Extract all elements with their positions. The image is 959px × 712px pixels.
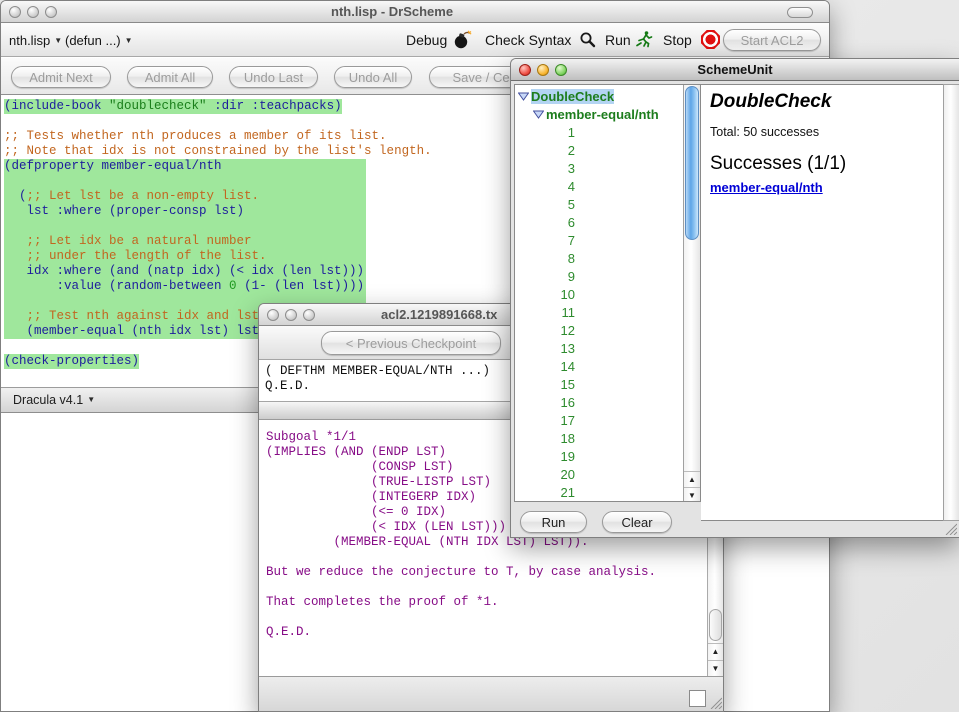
scrollbar-thumb[interactable] (685, 86, 699, 240)
tree-item-case-21[interactable]: 21 (515, 483, 683, 501)
previous-checkpoint-button[interactable]: < Previous Checkpoint (321, 331, 501, 355)
details-scrollbar[interactable] (943, 84, 959, 521)
scroll-down-arrow[interactable]: ▼ (684, 487, 700, 502)
tree-item-case-13[interactable]: 13 (515, 339, 683, 357)
details-successes-heading: Successes (1/1) (710, 153, 846, 175)
tree-item-case-9[interactable]: 9 (515, 267, 683, 285)
language-dropdown[interactable]: Dracula v4.1▼ (13, 393, 95, 407)
tree-item-case-14[interactable]: 14 (515, 357, 683, 375)
minimize-button[interactable] (285, 309, 297, 321)
tree-item-case-20[interactable]: 20 (515, 465, 683, 483)
code-line: (;; Let lst be a non-empty list. (4, 189, 432, 204)
tree-item-case-18[interactable]: 18 (515, 429, 683, 447)
window-title: acl2.1219891668.tx (381, 307, 497, 322)
search-icon[interactable] (579, 31, 596, 53)
tree-item-doublecheck[interactable]: DoubleCheck (515, 87, 683, 105)
admit-button-undo-all[interactable]: Undo All (334, 66, 412, 88)
disclosure-triangle-icon[interactable] (518, 89, 529, 104)
tree-item-case-19[interactable]: 19 (515, 447, 683, 465)
tree-item-case-7[interactable]: 7 (515, 231, 683, 249)
code-line: (include-book "doublecheck" :dir :teachp… (4, 99, 432, 114)
code-line (4, 174, 432, 189)
tree-item-case-1[interactable]: 1 (515, 123, 683, 141)
tree-item-case-8[interactable]: 8 (515, 249, 683, 267)
tree-item-case-11[interactable]: 11 (515, 303, 683, 321)
check-syntax-button[interactable]: Check Syntax (485, 32, 571, 48)
details-heading: DoubleCheck (710, 91, 831, 113)
code-line: ;; Tests whether nth produces a member o… (4, 129, 432, 144)
stop-icon[interactable] (701, 30, 720, 54)
zoom-button[interactable] (45, 6, 57, 18)
code-line: lst :where (proper-consp lst) (4, 204, 432, 219)
defun-dropdown[interactable]: (defun ...)▼ (65, 33, 133, 48)
admit-button-admit-all[interactable]: Admit All (127, 66, 213, 88)
start-acl2-button[interactable]: Start ACL2 (723, 29, 821, 51)
resize-grip-icon[interactable] (709, 696, 722, 709)
tree-item-case-10[interactable]: 10 (515, 285, 683, 303)
tree-item-case-6[interactable]: 6 (515, 213, 683, 231)
tree-item-case-5[interactable]: 5 (515, 195, 683, 213)
tree-item-case-4[interactable]: 4 (515, 177, 683, 195)
details-total: Total: 50 successes (710, 125, 819, 139)
bomb-icon[interactable] (453, 30, 472, 54)
file-dropdown[interactable]: nth.lisp▼ (9, 33, 62, 48)
code-line: ;; under the length of the list. (4, 249, 432, 264)
success-link-member-equal-nth[interactable]: member-equal/nth (710, 180, 823, 195)
code-line: idx :where (and (natp idx) (< idx (len l… (4, 264, 432, 279)
tree-item-case-3[interactable]: 3 (515, 159, 683, 177)
scrollbar-thumb[interactable] (709, 609, 722, 641)
admit-button-admit-next[interactable]: Admit Next (11, 66, 111, 88)
acl2-bottom-bar (259, 676, 723, 711)
code-line (4, 114, 432, 129)
clear-button[interactable]: Clear (602, 511, 672, 533)
schemeunit-titlebar[interactable]: SchemeUnit (511, 59, 959, 81)
tree-scrollbar[interactable]: ▲ ▼ (683, 85, 700, 501)
admit-button-undo-last[interactable]: Undo Last (229, 66, 318, 88)
close-button[interactable] (9, 6, 21, 18)
test-details-panel: DoubleCheck Total: 50 successes Successe… (701, 84, 944, 521)
code-line: (defproperty member-equal/nth (4, 159, 432, 174)
window-controls (9, 6, 57, 18)
code-line: :value (random-between 0 (1- (len lst)))… (4, 279, 432, 294)
scroll-up-arrow[interactable]: ▲ (684, 471, 700, 487)
code-line: ;; Let idx be a natural number (4, 234, 432, 249)
code-line: ;; Note that idx is not constrained by t… (4, 144, 432, 159)
stop-button[interactable]: Stop (663, 32, 692, 48)
lock-box[interactable] (689, 690, 706, 707)
runner-icon[interactable] (635, 30, 653, 53)
chevron-down-icon: ▼ (54, 36, 62, 45)
run-button[interactable]: Run (605, 32, 631, 48)
window-controls (267, 309, 315, 321)
toolbar-toggle-button[interactable] (787, 7, 813, 18)
desktop: nth.lisp - DrScheme nth.lisp▼ (defun ...… (0, 0, 959, 712)
zoom-button[interactable] (303, 309, 315, 321)
chevron-down-icon: ▼ (87, 395, 95, 404)
disclosure-triangle-icon[interactable] (533, 107, 544, 122)
window-title: nth.lisp - DrScheme (331, 4, 453, 19)
tree-item-case-12[interactable]: 12 (515, 321, 683, 339)
tree-item-case-15[interactable]: 15 (515, 375, 683, 393)
tree-item-case-17[interactable]: 17 (515, 411, 683, 429)
schemeunit-window: SchemeUnit DoubleCheck member-equal/nth … (510, 58, 959, 538)
drscheme-toolbar: nth.lisp▼ (defun ...)▼ Debug Check Synta… (1, 23, 829, 57)
code-line (4, 219, 432, 234)
test-tree-panel: DoubleCheck member-equal/nth 12345678910… (514, 84, 701, 502)
chevron-down-icon: ▼ (125, 36, 133, 45)
resize-grip-icon[interactable] (944, 522, 957, 535)
scroll-up-arrow[interactable]: ▲ (708, 643, 723, 659)
run-tests-button[interactable]: Run (520, 511, 587, 533)
debug-button[interactable]: Debug (406, 32, 447, 48)
window-title: SchemeUnit (511, 62, 959, 77)
minimize-button[interactable] (27, 6, 39, 18)
close-button[interactable] (267, 309, 279, 321)
tree-item-member-equal-nth[interactable]: member-equal/nth (515, 105, 683, 123)
tree-item-case-16[interactable]: 16 (515, 393, 683, 411)
scroll-down-arrow[interactable]: ▼ (708, 660, 723, 676)
acl2-summary-text: ( DEFTHM MEMBER-EQUAL/NTH ...) Q.E.D. (265, 364, 490, 394)
drscheme-titlebar[interactable]: nth.lisp - DrScheme (1, 1, 829, 23)
tree-item-case-2[interactable]: 2 (515, 141, 683, 159)
